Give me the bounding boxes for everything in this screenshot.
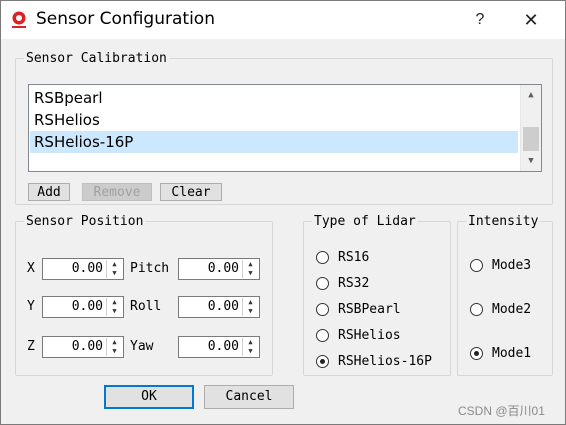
z-label: Z: [27, 339, 35, 354]
scroll-down-arrow-icon[interactable]: ▼: [521, 153, 541, 169]
x-label: X: [27, 261, 35, 276]
intensity-group: Intensity Mode3 Mode2 Mode1: [457, 214, 553, 376]
lidar-type-legend: Type of Lidar: [314, 214, 416, 229]
window-title: Sensor Configuration: [36, 9, 215, 29]
roll-label: Roll: [130, 299, 162, 314]
lidar-type-group: Type of Lidar RS16 RS32 RSBPearl RSHelio…: [303, 214, 451, 376]
y-label: Y: [27, 299, 35, 314]
sensor-position-legend: Sensor Position: [26, 214, 144, 229]
yaw-value: 0.00: [207, 339, 239, 354]
y-value: 0.00: [71, 299, 103, 314]
lidar-option-label: RS32: [338, 276, 370, 291]
spin-up-icon[interactable]: ▲: [243, 338, 258, 347]
pitch-value: 0.00: [207, 261, 239, 276]
title-bar[interactable]: Sensor Configuration ? ✕: [1, 1, 565, 39]
spin-down-icon[interactable]: ▼: [243, 347, 258, 356]
app-logo-icon: [12, 11, 26, 28]
scroll-thumb[interactable]: [523, 127, 539, 151]
radio-icon[interactable]: [470, 303, 483, 316]
add-button[interactable]: Add: [28, 183, 70, 201]
calibration-scrollbar[interactable]: ▲ ▼: [520, 85, 541, 171]
radio-icon[interactable]: [316, 303, 329, 316]
z-spinbox[interactable]: 0.00 ▲ ▼: [42, 336, 124, 358]
lidar-option-label: RSHelios: [338, 328, 401, 343]
radio-selected-icon[interactable]: [316, 355, 329, 368]
roll-spinbox[interactable]: 0.00 ▲ ▼: [178, 296, 260, 318]
y-spinbox[interactable]: 0.00 ▲ ▼: [42, 296, 124, 318]
clear-button[interactable]: Clear: [160, 183, 222, 201]
calibration-list-item[interactable]: RSBpearl: [30, 87, 518, 109]
radio-icon[interactable]: [316, 329, 329, 342]
spin-up-icon[interactable]: ▲: [107, 338, 122, 347]
spin-up-icon[interactable]: ▲: [243, 298, 258, 307]
spin-up-icon[interactable]: ▲: [243, 260, 258, 269]
spin-up-icon[interactable]: ▲: [107, 260, 122, 269]
csdn-watermark: CSDN @百川01: [458, 404, 545, 418]
pitch-spinbox[interactable]: 0.00 ▲ ▼: [178, 258, 260, 280]
remove-button[interactable]: Remove: [82, 183, 152, 201]
help-button[interactable]: ?: [467, 7, 493, 33]
cancel-button[interactable]: Cancel: [204, 385, 294, 409]
lidar-option-label: RS16: [338, 250, 370, 265]
radio-icon[interactable]: [470, 259, 483, 272]
intensity-option-label: Mode1: [492, 346, 532, 361]
roll-value: 0.00: [207, 299, 239, 314]
pitch-label: Pitch: [130, 261, 170, 276]
lidar-option-label: RSBPearl: [338, 302, 401, 317]
calibration-list-item-selected[interactable]: RSHelios-16P: [30, 131, 518, 153]
sensor-calibration-legend: Sensor Calibration: [26, 51, 167, 66]
sensor-calibration-group: Sensor Calibration RSBpearl RSHelios RSH…: [15, 51, 553, 205]
ok-button[interactable]: OK: [104, 385, 194, 409]
calibration-list-item[interactable]: RSHelios: [30, 109, 518, 131]
radio-icon[interactable]: [316, 251, 329, 264]
spin-down-icon[interactable]: ▼: [243, 307, 258, 316]
intensity-legend: Intensity: [468, 214, 539, 229]
close-button[interactable]: ✕: [518, 7, 544, 33]
scroll-up-arrow-icon[interactable]: ▲: [521, 87, 541, 103]
z-value: 0.00: [71, 339, 103, 354]
spin-down-icon[interactable]: ▼: [107, 269, 122, 278]
radio-icon[interactable]: [316, 277, 329, 290]
sensor-configuration-dialog: Sensor Configuration ? ✕ Sensor Calibrat…: [0, 0, 566, 425]
spin-down-icon[interactable]: ▼: [107, 307, 122, 316]
sensor-position-group: Sensor Position X 0.00 ▲ ▼ Pitch 0.00 ▲ ▼ …: [15, 214, 273, 376]
radio-selected-icon[interactable]: [470, 347, 483, 360]
intensity-option-label: Mode2: [492, 302, 532, 317]
lidar-option-label: RSHelios-16P: [338, 354, 432, 369]
spin-down-icon[interactable]: ▼: [107, 347, 122, 356]
calibration-listbox[interactable]: RSBpearl RSHelios RSHelios-16P ▲ ▼: [28, 84, 542, 172]
x-spinbox[interactable]: 0.00 ▲ ▼: [42, 258, 124, 280]
spin-down-icon[interactable]: ▼: [243, 269, 258, 278]
spin-up-icon[interactable]: ▲: [107, 298, 122, 307]
x-value: 0.00: [71, 261, 103, 276]
yaw-spinbox[interactable]: 0.00 ▲ ▼: [178, 336, 260, 358]
intensity-option-label: Mode3: [492, 258, 532, 273]
yaw-label: Yaw: [130, 339, 154, 354]
